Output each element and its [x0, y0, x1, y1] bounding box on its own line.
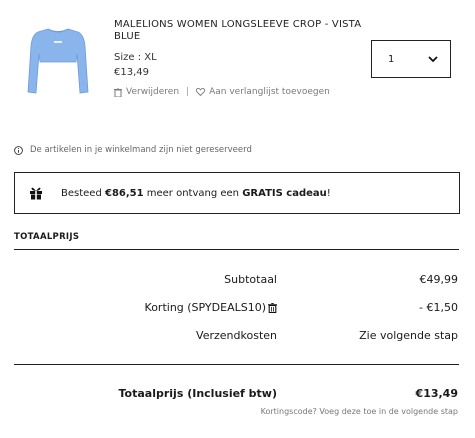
divider [14, 364, 459, 365]
action-separator: | [186, 87, 190, 97]
heart-icon [196, 88, 206, 96]
product-actions: Verwijderen | Aan verlanglijst toevoegen [114, 87, 330, 97]
wishlist-button[interactable]: Aan verlanglijst toevoegen [196, 87, 330, 97]
quantity-select[interactable]: 1 [371, 40, 451, 78]
product-image[interactable] [26, 26, 90, 98]
wishlist-label: Aan verlanglijst toevoegen [209, 87, 330, 97]
product-title[interactable]: MALELIONS WOMEN LONGSLEEVE CROP - VISTA … [114, 19, 369, 43]
product-price: €13,49 [114, 67, 149, 78]
total-value: €13,49 [415, 387, 458, 400]
chevron-down-icon [428, 56, 438, 62]
divider [14, 249, 459, 250]
gift-highlight: GRATIS cadeau [242, 187, 327, 199]
shipping-label: Verzendkosten [196, 329, 277, 342]
reservation-notice: De artikelen in je winkelmand zijn niet … [14, 145, 252, 155]
info-icon [14, 145, 23, 155]
subtotal-value: €49,99 [419, 273, 459, 286]
total-heading: TOTAALPRIJS [14, 232, 80, 242]
longsleeve-crop-image [27, 28, 89, 94]
discount-row-label: Korting (SPYDEALS10) [145, 301, 277, 314]
discount-label: Korting (SPYDEALS10) [144, 301, 266, 314]
free-gift-banner: Besteed €86,51 meer ontvang een GRATIS c… [14, 172, 460, 214]
remove-button[interactable]: Verwijderen [114, 87, 179, 97]
gift-amount: €86,51 [104, 187, 144, 199]
product-size: Size : XL [114, 52, 157, 63]
promo-code-note: Kortingscode? Voeg deze toe in de volgen… [260, 407, 458, 416]
gift-icon [30, 187, 42, 200]
total-label: Totaalprijs (Inclusief btw) [118, 387, 277, 400]
quantity-value: 1 [388, 53, 395, 65]
shipping-value: Zie volgende stap [359, 329, 458, 342]
gift-banner-text: Besteed €86,51 meer ontvang een GRATIS c… [61, 187, 331, 199]
trash-icon[interactable] [268, 302, 277, 313]
remove-label: Verwijderen [126, 87, 180, 97]
discount-value: - €1,50 [419, 301, 458, 314]
trash-icon [114, 87, 122, 97]
subtotal-label: Subtotaal [224, 273, 277, 286]
reservation-notice-text: De artikelen in je winkelmand zijn niet … [30, 145, 252, 155]
